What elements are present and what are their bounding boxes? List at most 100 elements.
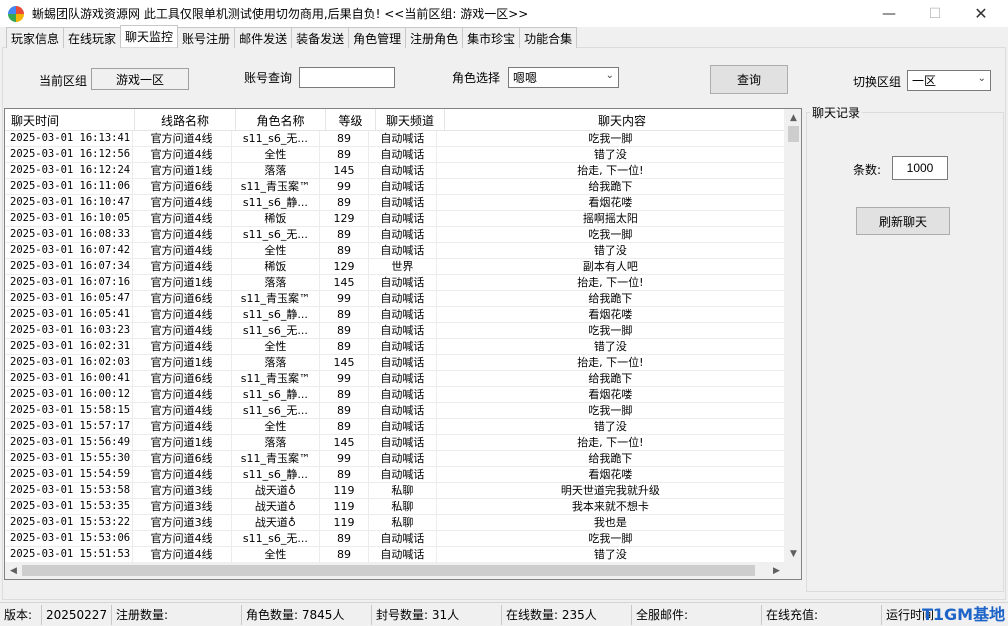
table-row[interactable]: 2025-03-01 16:02:31 官方问道4线 全性 89 自动喊话 错了没 <box>5 339 786 355</box>
chat-list-view[interactable]: 聊天时间 线路名称 角色名称 等级 聊天频道 聊天内容 2025-03-01 1… <box>4 108 802 580</box>
table-row[interactable]: 2025-03-01 15:54:59 官方问道4线 s11_s6_静... 89 自动… <box>5 467 786 483</box>
tab-online-players[interactable]: 在线玩家 <box>63 27 122 48</box>
table-cell: 自动喊话 <box>369 291 437 306</box>
table-row[interactable]: 2025-03-01 15:53:22 官方问道3线 战天道♁ 119 私聊 我也是 <box>5 515 786 531</box>
tab-account-register[interactable]: 账号注册 <box>177 27 236 48</box>
query-button[interactable]: 查询 <box>710 65 788 94</box>
scroll-right-icon[interactable]: ▶ <box>768 562 785 579</box>
roles-label: 角色数量: <box>246 608 299 622</box>
table-cell: 官方问道1线 <box>133 163 232 178</box>
table-row[interactable]: 2025-03-01 16:12:24 官方问道1线 落落 145 自动喊话 抬走, 下一… <box>5 163 786 179</box>
table-row[interactable]: 2025-03-01 16:03:23 官方问道4线 s11_s6_无... 89 自动… <box>5 323 786 339</box>
horizontal-scrollbar[interactable]: ◀ ▶ <box>5 562 785 579</box>
count-input[interactable] <box>892 156 948 180</box>
role-select-dropdown[interactable]: 嗯嗯 ⌄ <box>508 67 619 88</box>
table-cell: 自动喊话 <box>369 451 437 466</box>
column-header-channel[interactable]: 聊天频道 <box>376 109 445 131</box>
tab-player-info[interactable]: 玩家信息 <box>6 27 65 48</box>
table-cell: 官方问道4线 <box>133 131 232 146</box>
scrollbar-thumb[interactable] <box>22 565 755 576</box>
column-header-role[interactable]: 角色名称 <box>236 109 326 131</box>
table-cell: 战天道♁ <box>232 515 321 530</box>
tab-chat-monitor[interactable]: 聊天监控 <box>120 25 179 47</box>
scroll-left-icon[interactable]: ◀ <box>5 562 22 579</box>
table-cell: 自动喊话 <box>369 547 437 562</box>
refresh-chat-button[interactable]: 刷新聊天 <box>856 207 950 235</box>
table-row[interactable]: 2025-03-01 16:07:16 官方问道1线 落落 145 自动喊话 抬走, 下一… <box>5 275 786 291</box>
online-recharge-label: 在线充值: <box>766 608 819 622</box>
table-row[interactable]: 2025-03-01 16:10:47 官方问道4线 s11_s6_静... 89 自动… <box>5 195 786 211</box>
table-cell: 2025-03-01 16:07:34 <box>5 259 133 274</box>
table-cell: 吃我一脚 <box>437 531 786 546</box>
table-row[interactable]: 2025-03-01 16:07:34 官方问道4线 稀饭 129 世界 副本有人吧 <box>5 259 786 275</box>
table-cell: 自动喊话 <box>369 147 437 162</box>
table-cell: 自动喊话 <box>369 323 437 338</box>
table-cell: 落落 <box>232 275 321 290</box>
switch-group-dropdown[interactable]: 一区 ⌄ <box>907 70 991 91</box>
scroll-up-icon[interactable]: ▲ <box>785 109 801 126</box>
table-cell: s11_s6_静... <box>232 467 321 482</box>
table-cell: 我本来就不想卡 <box>437 499 786 514</box>
table-row[interactable]: 2025-03-01 16:11:06 官方问道6线 s11_青玉案™ 99 自动喊话给… <box>5 179 786 195</box>
tab-register-role[interactable]: 注册角色 <box>405 27 464 48</box>
vertical-scrollbar[interactable]: ▲ ▼ <box>784 109 801 562</box>
table-row[interactable]: 2025-03-01 15:55:30 官方问道6线 s11_青玉案™ 99 自动喊话给… <box>5 451 786 467</box>
scroll-down-icon[interactable]: ▼ <box>785 545 801 562</box>
table-cell: 2025-03-01 16:07:42 <box>5 243 133 258</box>
table-cell: 89 <box>320 531 370 546</box>
tab-mail-send[interactable]: 邮件发送 <box>234 27 293 48</box>
table-row[interactable]: 2025-03-01 15:53:58 官方问道3线 战天道♁ 119 私聊 明天世道完我… <box>5 483 786 499</box>
table-cell: 99 <box>320 451 370 466</box>
table-row[interactable]: 2025-03-01 16:12:56 官方问道4线 全性 89 自动喊话 错了没 <box>5 147 786 163</box>
column-header-line[interactable]: 线路名称 <box>135 109 236 131</box>
table-cell: 2025-03-01 16:07:16 <box>5 275 133 290</box>
table-row[interactable]: 2025-03-01 15:57:17 官方问道4线 全性 89 自动喊话 错了没 <box>5 419 786 435</box>
tab-feature-collection[interactable]: 功能合集 <box>519 27 578 48</box>
table-row[interactable]: 2025-03-01 16:02:03 官方问道1线 落落 145 自动喊话 抬走, 下一… <box>5 355 786 371</box>
tab-market-treasure[interactable]: 集市珍宝 <box>462 27 521 48</box>
table-row[interactable]: 2025-03-01 16:08:33 官方问道4线 s11_s6_无... 89 自动… <box>5 227 786 243</box>
table-cell: 2025-03-01 16:13:41 <box>5 131 133 146</box>
watermark-logo: T1GM基地 <box>922 605 1006 624</box>
table-cell: 99 <box>320 179 370 194</box>
account-query-input[interactable] <box>299 67 395 88</box>
maximize-icon[interactable]: ☐ <box>912 0 958 27</box>
column-header-time[interactable]: 聊天时间 <box>5 109 135 131</box>
registered-label: 注册数量: <box>116 608 169 622</box>
table-row[interactable]: 2025-03-01 16:00:41 官方问道6线 s11_青玉案™ 99 自动喊话给… <box>5 371 786 387</box>
column-header-level[interactable]: 等级 <box>326 109 376 131</box>
table-cell: 129 <box>320 211 370 226</box>
table-cell: 官方问道3线 <box>133 499 232 514</box>
minimize-icon[interactable]: — <box>866 0 912 27</box>
table-cell: 89 <box>320 403 370 418</box>
table-cell: 官方问道4线 <box>133 387 232 402</box>
server-mail: 全服邮件: <box>632 604 762 625</box>
tab-equipment-send[interactable]: 装备发送 <box>291 27 350 48</box>
close-icon[interactable]: ✕ <box>958 0 1004 27</box>
table-row[interactable]: 2025-03-01 16:07:42 官方问道4线 全性 89 自动喊话 错了没 <box>5 243 786 259</box>
table-row[interactable]: 2025-03-01 15:56:49 官方问道1线 落落 145 自动喊话 抬走, 下一… <box>5 435 786 451</box>
scrollbar-thumb[interactable] <box>788 126 799 142</box>
table-cell: 89 <box>320 323 370 338</box>
scroll-corner <box>784 562 801 579</box>
table-cell: 给我跪下 <box>437 179 786 194</box>
table-row[interactable]: 2025-03-01 15:51:53 官方问道4线 全性 89 自动喊话 错了没 <box>5 547 786 563</box>
table-row[interactable]: 2025-03-01 15:53:06 官方问道4线 s11_s6_无... 89 自动… <box>5 531 786 547</box>
column-header-content[interactable]: 聊天内容 <box>445 109 800 131</box>
table-row[interactable]: 2025-03-01 16:13:41 官方问道4线 s11_s6_无... 89 自动… <box>5 131 786 147</box>
table-cell: 自动喊话 <box>369 163 437 178</box>
table-row[interactable]: 2025-03-01 16:10:05 官方问道4线 稀饭 129 自动喊话 摇啊摇太阳 <box>5 211 786 227</box>
table-cell: 吃我一脚 <box>437 227 786 242</box>
table-cell: 私聊 <box>369 499 437 514</box>
table-cell: 私聊 <box>369 483 437 498</box>
table-row[interactable]: 2025-03-01 16:05:47 官方问道6线 s11_青玉案™ 99 自动喊话给… <box>5 291 786 307</box>
table-cell: 自动喊话 <box>369 531 437 546</box>
table-row[interactable]: 2025-03-01 16:05:41 官方问道4线 s11_s6_静... 89 自动… <box>5 307 786 323</box>
table-row[interactable]: 2025-03-01 15:53:35 官方问道3线 战天道♁ 119 私聊 我本来就不想… <box>5 499 786 515</box>
table-cell: 129 <box>320 259 370 274</box>
tab-role-management[interactable]: 角色管理 <box>348 27 407 48</box>
version-label: 版本: <box>0 604 42 625</box>
table-row[interactable]: 2025-03-01 15:58:15 官方问道4线 s11_s6_无... 89 自动… <box>5 403 786 419</box>
table-row[interactable]: 2025-03-01 16:00:12 官方问道4线 s11_s6_静... 89 自动… <box>5 387 786 403</box>
table-cell: 官方问道4线 <box>133 339 232 354</box>
